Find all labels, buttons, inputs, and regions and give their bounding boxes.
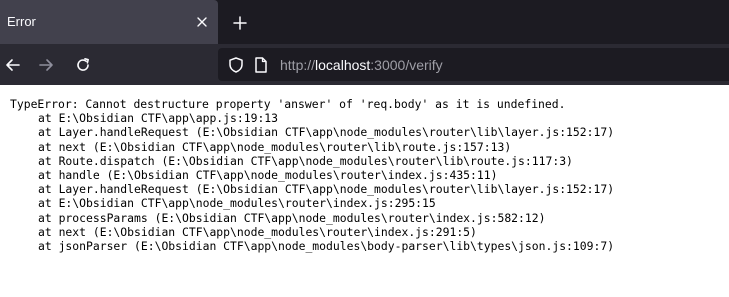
stack-frame: at Layer.handleRequest (E:\Obsidian CTF\… <box>38 182 615 197</box>
navigation-toolbar: http://localhost:3000/verify <box>0 44 729 85</box>
stack-frame: at Route.dispatch (E:\Obsidian CTF\app\n… <box>38 153 573 168</box>
arrow-left-icon[interactable] <box>0 52 26 78</box>
tab-strip: Error <box>0 0 729 44</box>
url-host: localhost <box>315 57 371 73</box>
shield-icon[interactable] <box>227 56 245 74</box>
tab-error[interactable]: Error <box>0 0 218 44</box>
stack-frame: at jsonParser (E:\Obsidian CTF\app\node_… <box>38 239 615 254</box>
stack-frame: at next (E:\Obsidian CTF\app\node_module… <box>38 224 477 239</box>
stack-frame: at Layer.handleRequest (E:\Obsidian CTF\… <box>38 125 615 140</box>
close-icon[interactable] <box>191 11 213 33</box>
plus-icon[interactable] <box>228 11 252 35</box>
stack-frame: at E:\Obsidian CTF\app\app.js:19:13 <box>38 111 279 126</box>
address-bar[interactable]: http://localhost:3000/verify <box>218 48 729 81</box>
tab-title: Error <box>7 14 36 29</box>
error-stack-trace: TypeError: Cannot destructure property '… <box>10 97 614 253</box>
page-icon[interactable] <box>253 56 269 74</box>
reload-icon[interactable] <box>70 52 96 78</box>
url-text[interactable]: http://localhost:3000/verify <box>280 57 443 73</box>
stack-frame: at next (E:\Obsidian CTF\app\node_module… <box>38 139 512 154</box>
stack-frame: at processParams (E:\Obsidian CTF\app\no… <box>38 210 546 225</box>
url-path: :3000/verify <box>370 57 443 73</box>
page-content: TypeError: Cannot destructure property '… <box>0 85 729 297</box>
error-message: TypeError: Cannot destructure property '… <box>10 97 566 111</box>
arrow-right-icon[interactable] <box>33 52 59 78</box>
stack-frame: at handle (E:\Obsidian CTF\app\node_modu… <box>38 168 498 183</box>
browser-window: Error http://localhost:3000/verify TypeE… <box>0 0 729 297</box>
stack-frame: at E:\Obsidian CTF\app\node_modules\rout… <box>38 196 436 211</box>
url-scheme: http:// <box>280 57 316 73</box>
